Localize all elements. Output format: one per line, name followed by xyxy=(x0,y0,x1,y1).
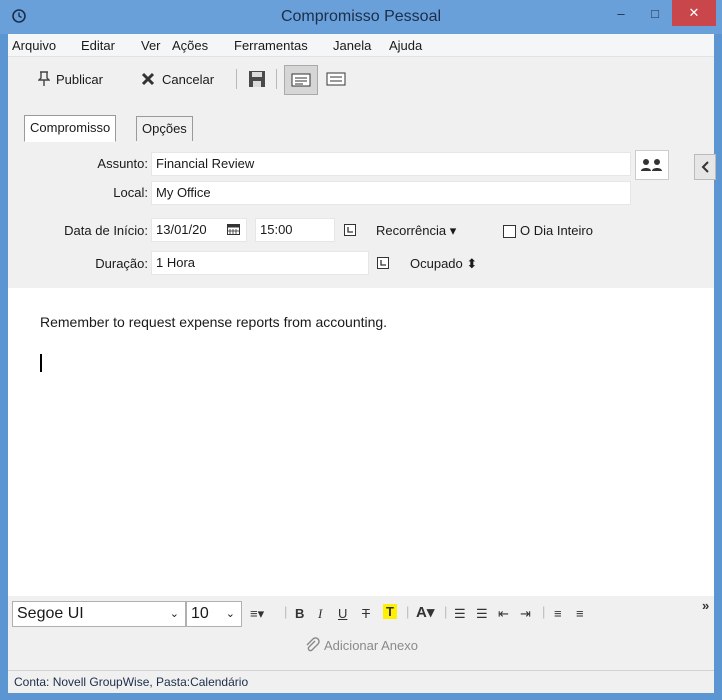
format-toolbar: Segoe UI ⌄ 10 ⌄ ≡▾ | B I U T T | A▾ | ☰ … xyxy=(8,596,714,632)
toolbar-separator xyxy=(236,69,237,89)
start-date-value: 13/01/20 xyxy=(156,222,207,237)
toolbar-separator: | xyxy=(542,604,546,619)
chevron-down-icon: ⌄ xyxy=(225,608,235,620)
align-center-icon[interactable]: ≡ xyxy=(576,606,584,621)
text-caret xyxy=(40,354,42,372)
cancel-button[interactable]: Cancelar xyxy=(140,67,214,91)
font-size-select[interactable]: 10 ⌄ xyxy=(186,601,242,627)
collapse-panel-button[interactable] xyxy=(694,154,716,180)
save-button[interactable] xyxy=(248,67,266,91)
title-bar[interactable]: Compromisso Pessoal – □ ✕ xyxy=(0,0,722,34)
cancel-label: Cancelar xyxy=(162,71,215,87)
all-day-label: O Dia Inteiro xyxy=(520,223,593,238)
tab-strip: Compromisso Opções xyxy=(8,115,714,142)
paragraph-style-icon[interactable]: ≡▾ xyxy=(250,606,264,622)
toolbar-separator: | xyxy=(444,604,448,619)
toolbar-separator: | xyxy=(406,604,410,619)
menu-bar: Arquivo Editar Ver Ações Ferramentas Jan… xyxy=(8,34,714,57)
font-name-value: Segoe UI xyxy=(17,605,84,622)
location-label: Local: xyxy=(113,185,148,200)
calendar-icon[interactable] xyxy=(227,224,240,235)
align-left-icon[interactable]: ≡ xyxy=(554,606,562,621)
menu-ferramentas[interactable]: Ferramentas xyxy=(234,38,308,53)
save-icon xyxy=(249,71,265,87)
toolbar: Publicar Cancelar xyxy=(8,57,714,101)
all-day-checkbox[interactable] xyxy=(503,225,516,238)
simple-view-icon xyxy=(326,72,346,86)
maximize-button[interactable]: □ xyxy=(640,0,670,26)
location-input[interactable]: My Office xyxy=(151,181,631,205)
address-book-button[interactable] xyxy=(635,150,669,180)
clock-icon[interactable] xyxy=(344,224,356,236)
subject-label: Assunto: xyxy=(97,156,148,171)
main-frame: Arquivo Editar Ver Ações Ferramentas Jan… xyxy=(8,34,716,693)
increase-indent-icon[interactable]: ⇥ xyxy=(520,606,531,622)
menu-editar[interactable]: Editar xyxy=(81,38,115,53)
bullet-list-icon[interactable]: ☰ xyxy=(476,606,488,622)
publish-button[interactable]: Publicar xyxy=(38,67,103,91)
toolbar-separator: | xyxy=(284,604,288,619)
clock-icon[interactable] xyxy=(377,257,389,269)
app-window: Compromisso Pessoal – □ ✕ Arquivo Editar… xyxy=(0,0,722,700)
subject-input[interactable]: Financial Review xyxy=(151,152,631,176)
highlight-icon[interactable]: T xyxy=(383,604,397,619)
maximize-icon: □ xyxy=(651,5,659,21)
underline-icon[interactable]: U xyxy=(338,606,347,621)
people-icon xyxy=(641,159,662,171)
chevron-down-icon: ⌄ xyxy=(169,608,179,620)
message-text[interactable]: Remember to request expense reports from… xyxy=(40,314,387,330)
tab-compromisso[interactable]: Compromisso xyxy=(24,115,117,142)
busy-status-dropdown[interactable]: Ocupado ⬍ xyxy=(410,256,477,272)
menu-arquivo[interactable]: Arquivo xyxy=(12,38,56,53)
strikethrough-icon[interactable]: T xyxy=(362,606,370,621)
start-date-label: Data de Início: xyxy=(64,223,148,238)
start-time-input[interactable]: 15:00 xyxy=(255,218,335,242)
close-icon: ✕ xyxy=(688,5,700,20)
numbered-list-icon[interactable]: ☰ xyxy=(454,606,466,622)
detail-view-icon xyxy=(291,73,311,87)
publish-label: Publicar xyxy=(56,71,103,87)
font-size-value: 10 xyxy=(191,605,209,622)
status-text: Conta: Novell GroupWise, Pasta:Calendári… xyxy=(14,675,249,689)
cancel-x-icon xyxy=(141,72,155,86)
menu-ajuda[interactable]: Ajuda xyxy=(389,38,422,53)
add-attachment-button[interactable]: Adicionar Anexo xyxy=(8,632,714,660)
duration-input[interactable]: 1 Hora xyxy=(151,251,369,275)
minimize-icon: – xyxy=(617,5,625,21)
recurrence-dropdown[interactable]: Recorrência ▾ xyxy=(376,223,456,239)
status-bar: Conta: Novell GroupWise, Pasta:Calendári… xyxy=(8,670,714,693)
tab-opcoes[interactable]: Opções xyxy=(136,116,193,141)
italic-icon[interactable]: I xyxy=(318,606,322,622)
close-button[interactable]: ✕ xyxy=(672,0,716,26)
more-options-icon[interactable]: » xyxy=(702,598,709,613)
attach-label: Adicionar Anexo xyxy=(324,637,418,653)
start-date-input[interactable]: 13/01/20 xyxy=(151,218,247,242)
duration-label: Duração: xyxy=(95,256,148,271)
view-detailed-button[interactable] xyxy=(284,65,318,95)
menu-acoes[interactable]: Ações xyxy=(172,38,208,53)
minimize-button[interactable]: – xyxy=(606,0,636,26)
toolbar-separator xyxy=(276,69,277,89)
chevron-left-icon xyxy=(701,161,709,173)
paperclip-icon xyxy=(306,637,320,652)
bold-icon[interactable]: B xyxy=(295,606,304,621)
menu-ver[interactable]: Ver xyxy=(141,38,161,53)
message-body[interactable]: Remember to request expense reports from… xyxy=(8,288,714,596)
font-color-icon[interactable]: A▾ xyxy=(416,603,434,621)
decrease-indent-icon[interactable]: ⇤ xyxy=(498,606,509,622)
menu-janela[interactable]: Janela xyxy=(333,38,371,53)
appointment-form: Assunto: Financial Review Local: My Offi… xyxy=(8,142,716,288)
view-simple-button[interactable] xyxy=(326,67,346,91)
pin-icon xyxy=(38,71,50,86)
font-name-select[interactable]: Segoe UI ⌄ xyxy=(12,601,186,627)
